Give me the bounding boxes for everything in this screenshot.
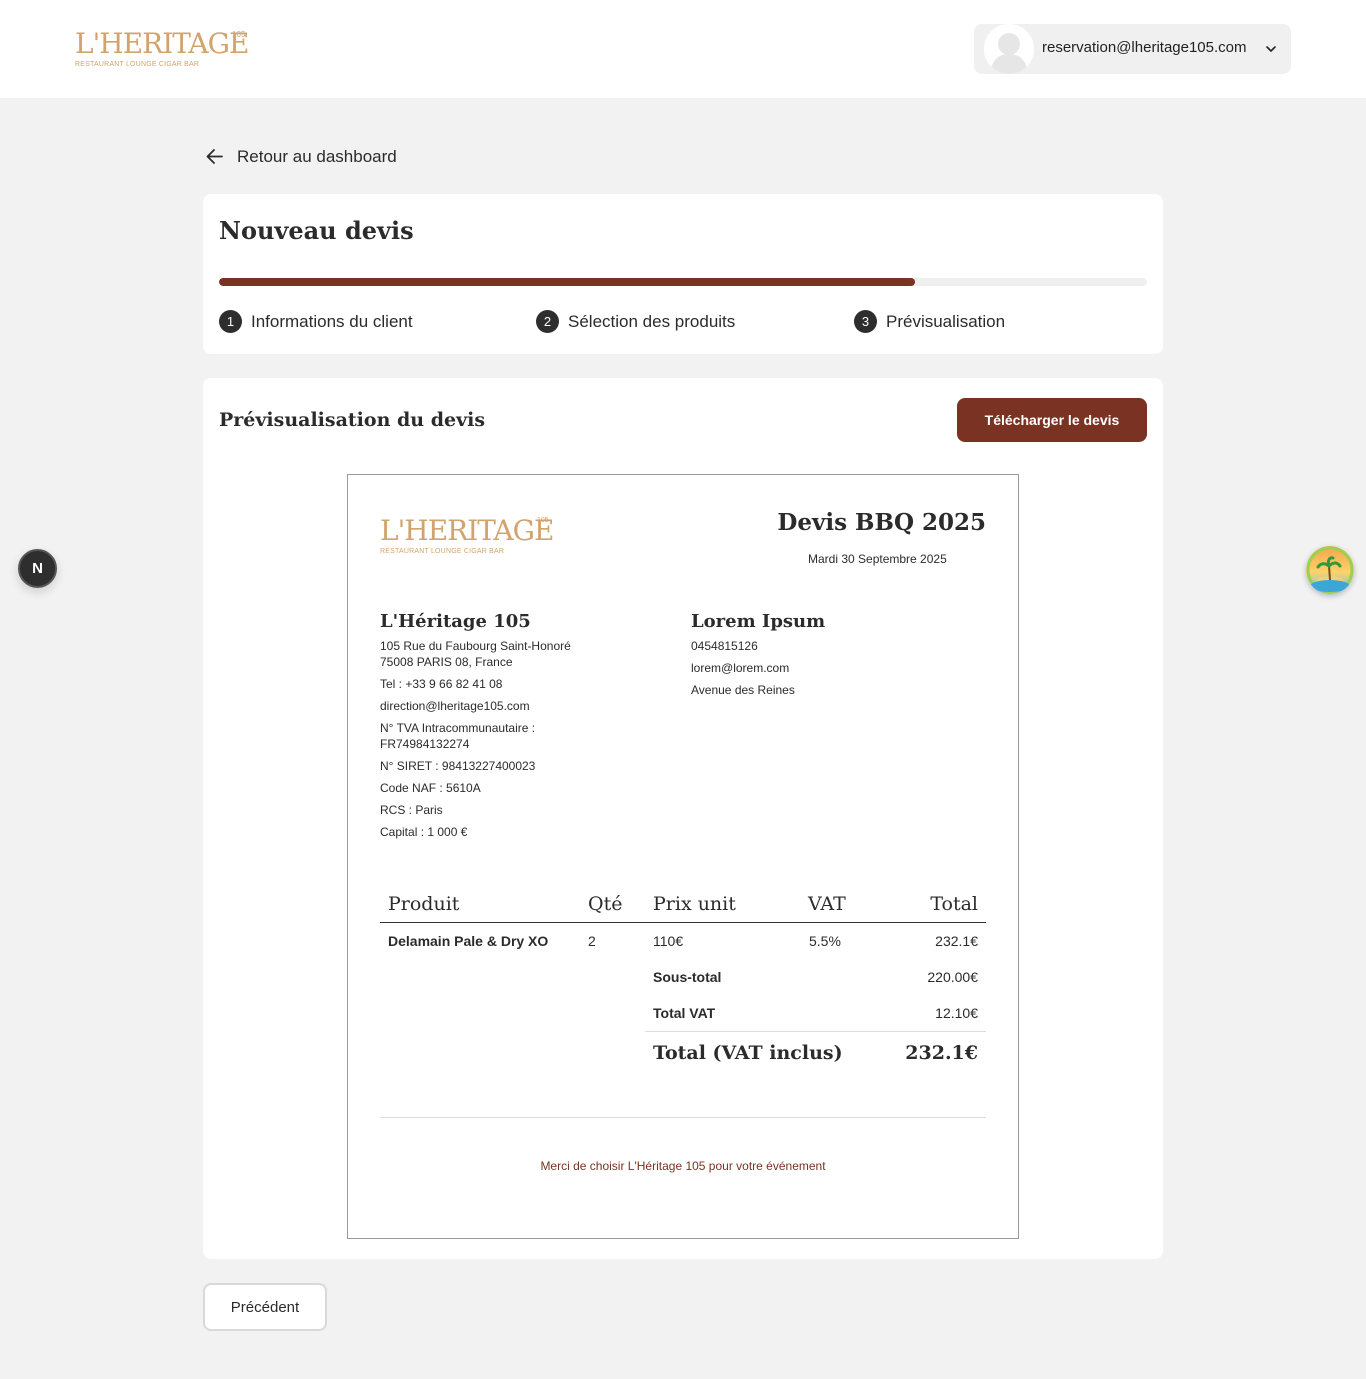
wizard-card: Nouveau devis 1 Informations du client 2… bbox=[203, 194, 1163, 354]
step-product-selection[interactable]: 2 Sélection des produits bbox=[536, 310, 735, 333]
page-title: Nouveau devis bbox=[219, 216, 414, 245]
client-name: Lorem Ipsum bbox=[691, 611, 826, 632]
seller-tel: Tel : +33 9 66 82 41 08 bbox=[380, 677, 503, 691]
logo-wordmark: L'HERITAGE bbox=[380, 514, 554, 547]
download-quote-button[interactable]: Télécharger le devis bbox=[957, 398, 1147, 442]
client-phone: 0454815126 bbox=[691, 639, 758, 653]
document-divider bbox=[380, 1117, 986, 1118]
step-number: 2 bbox=[536, 310, 559, 333]
seller-email: direction@lheritage105.com bbox=[380, 699, 530, 713]
seller-name: L'Héritage 105 bbox=[380, 611, 531, 632]
grand-total-label: Total (VAT inclus) bbox=[653, 1042, 843, 1064]
logo-tagline: RESTAURANT LOUNGE CIGAR BAR bbox=[380, 548, 505, 555]
seller-vat-label: N° TVA Intracommunautaire : bbox=[380, 721, 536, 735]
brand-logo[interactable]: L'HERITAGE 105 RESTAURANT LOUNGE CIGAR B… bbox=[75, 27, 249, 69]
user-silhouette-icon bbox=[984, 24, 1034, 74]
table-row: Delamain Pale & Dry XO 2 110€ 5.5% 232.1… bbox=[380, 923, 986, 959]
vat-total-row: Total VAT 12.10€ bbox=[380, 995, 986, 1031]
island-widget-icon[interactable] bbox=[1306, 546, 1354, 594]
seller-siret: N° SIRET : 98413227400023 bbox=[380, 759, 536, 773]
preview-title: Prévisualisation du devis bbox=[219, 409, 486, 431]
seller-capital: Capital : 1 000 € bbox=[380, 825, 468, 839]
logo-wordmark: L'HERITAGE bbox=[75, 27, 249, 60]
item-product: Delamain Pale & Dry XO bbox=[388, 933, 549, 949]
step-number: 3 bbox=[854, 310, 877, 333]
subtotal-label: Sous-total bbox=[653, 969, 722, 985]
step-label: Informations du client bbox=[251, 311, 413, 331]
col-vat: VAT bbox=[808, 893, 846, 915]
nextjs-dev-badge[interactable]: N bbox=[18, 549, 57, 588]
wizard-steps: 1 Informations du client 2 Sélection des… bbox=[219, 310, 1147, 334]
client-email: lorem@lorem.com bbox=[691, 661, 790, 675]
client-address: Avenue des Reines bbox=[691, 683, 795, 697]
col-total: Total bbox=[930, 893, 978, 915]
item-vat: 5.5% bbox=[809, 933, 841, 949]
logo-sup: 105 bbox=[537, 517, 549, 524]
vat-total-value: 12.10€ bbox=[935, 1005, 978, 1021]
quote-title: Devis BBQ 2025 bbox=[777, 509, 986, 536]
progress-bar bbox=[219, 278, 1147, 286]
quote-items-table: Produit Qté Prix unit VAT Total Delamain… bbox=[380, 885, 986, 1077]
top-bar: L'HERITAGE 105 RESTAURANT LOUNGE CIGAR B… bbox=[0, 0, 1366, 98]
seller-rcs: RCS : Paris bbox=[380, 803, 443, 817]
table-header: Produit Qté Prix unit VAT Total bbox=[380, 885, 986, 923]
seller-address-line1: 105 Rue du Faubourg Saint-Honoré bbox=[380, 639, 571, 653]
step-label: Prévisualisation bbox=[886, 311, 1006, 331]
seller-block: L'Héritage 105 105 Rue du Faubourg Saint… bbox=[380, 611, 620, 846]
quote-date: Mardi 30 Septembre 2025 bbox=[808, 552, 947, 566]
step-preview[interactable]: 3 Prévisualisation bbox=[854, 310, 1005, 333]
seller-address-line2: 75008 PARIS 08, France bbox=[380, 655, 513, 669]
seller-vat-number: FR74984132274 bbox=[380, 737, 470, 751]
col-product: Produit bbox=[388, 893, 460, 915]
item-total: 232.1€ bbox=[935, 933, 978, 949]
previous-button[interactable]: Précédent bbox=[203, 1283, 327, 1331]
client-block: Lorem Ipsum 0454815126 lorem@lorem.com A… bbox=[691, 611, 931, 704]
vat-total-label: Total VAT bbox=[653, 1005, 716, 1021]
step-number: 1 bbox=[219, 310, 242, 333]
col-qty: Qté bbox=[588, 893, 623, 915]
logo-tagline: RESTAURANT LOUNGE CIGAR BAR bbox=[75, 61, 200, 68]
grand-total-value: 232.1€ bbox=[905, 1042, 978, 1064]
item-qty: 2 bbox=[588, 933, 596, 949]
arrow-left-icon bbox=[206, 149, 223, 164]
subtotal-value: 220.00€ bbox=[927, 969, 978, 985]
preview-card: Prévisualisation du devis Télécharger le… bbox=[203, 378, 1163, 1259]
account-menu[interactable]: reservation@lheritage105.com bbox=[974, 24, 1291, 74]
logo-sup: 105 bbox=[232, 30, 246, 39]
grand-total-row: Total (VAT inclus) 232.1€ bbox=[645, 1031, 986, 1077]
progress-fill bbox=[219, 278, 915, 286]
back-label: Retour au dashboard bbox=[237, 146, 397, 166]
chevron-down-icon[interactable] bbox=[1263, 41, 1279, 57]
col-unit-price: Prix unit bbox=[653, 893, 736, 915]
item-unit-price: 110€ bbox=[653, 933, 684, 949]
document-logo: L'HERITAGE 105 RESTAURANT LOUNGE CIGAR B… bbox=[380, 514, 554, 556]
quote-document: L'HERITAGE 105 RESTAURANT LOUNGE CIGAR B… bbox=[347, 474, 1019, 1239]
subtotal-row: Sous-total 220.00€ bbox=[380, 959, 986, 995]
step-label: Sélection des produits bbox=[568, 311, 736, 331]
back-to-dashboard-link[interactable]: Retour au dashboard bbox=[204, 146, 397, 167]
thank-you-note: Merci de choisir L'Héritage 105 pour vot… bbox=[540, 1159, 826, 1173]
seller-naf: Code NAF : 5610A bbox=[380, 781, 481, 795]
account-email: reservation@lheritage105.com bbox=[1042, 39, 1247, 56]
step-client-info[interactable]: 1 Informations du client bbox=[219, 310, 413, 333]
